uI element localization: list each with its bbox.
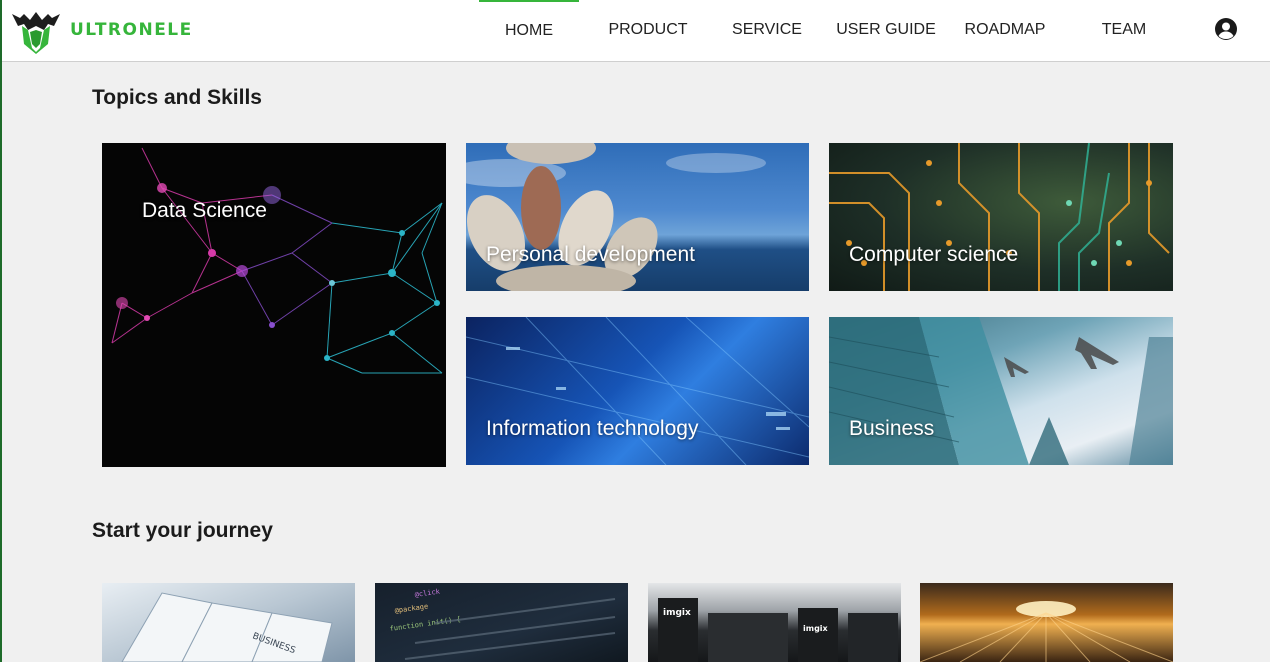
topic-tile-data-science[interactable]: Data Science bbox=[102, 143, 446, 467]
nav-user-guide[interactable]: USER GUIDE bbox=[836, 0, 936, 60]
nav-home[interactable]: HOME bbox=[479, 0, 579, 60]
code-text: function init() { bbox=[389, 615, 461, 633]
nav-roadmap[interactable]: ROADMAP bbox=[955, 0, 1055, 60]
circuit-traces bbox=[829, 143, 1170, 291]
code-lines-illustration: @click @package function init() { bbox=[389, 587, 616, 660]
eagle-logo-icon[interactable] bbox=[10, 8, 62, 54]
topic-label-data-science: Data Science bbox=[142, 199, 267, 222]
topic-label-computer-science: Computer science bbox=[849, 243, 1019, 266]
account-circle-icon[interactable] bbox=[1214, 17, 1238, 41]
journey-card-newspapers[interactable]: BUSINESS bbox=[102, 583, 355, 662]
svg-text:imgix: imgix bbox=[803, 624, 829, 633]
svg-text:@package: @package bbox=[394, 602, 429, 615]
topics-section-title: Topics and Skills bbox=[92, 86, 262, 109]
topic-label-information-technology: Information technology bbox=[486, 417, 699, 440]
newspapers-illustration: BUSINESS bbox=[121, 592, 333, 662]
server-logo-text: imgix bbox=[663, 608, 691, 618]
nav-team[interactable]: TEAM bbox=[1074, 0, 1174, 60]
stones-illustration bbox=[466, 143, 766, 291]
light-tunnel-illustration bbox=[920, 601, 1173, 662]
journey-card-data-tunnel[interactable] bbox=[920, 583, 1173, 662]
topic-label-business: Business bbox=[849, 417, 935, 440]
nav-service[interactable]: SERVICE bbox=[717, 0, 817, 60]
server-racks-illustration: imgix imgix bbox=[658, 598, 898, 662]
topic-tile-information-technology[interactable]: Information technology bbox=[466, 317, 809, 465]
journey-card-servers[interactable]: imgix imgix bbox=[648, 583, 901, 662]
topic-tile-computer-science[interactable]: Computer science bbox=[829, 143, 1173, 291]
topic-label-personal-development: Personal development bbox=[486, 243, 695, 266]
svg-text:@click: @click bbox=[414, 587, 441, 599]
topic-tile-business[interactable]: Business bbox=[829, 317, 1173, 465]
tech-grid-lines bbox=[466, 317, 809, 465]
journey-card-code[interactable]: @click @package function init() { bbox=[375, 583, 628, 662]
nav-product[interactable]: PRODUCT bbox=[598, 0, 698, 60]
top-nav-bar: ULTRONELE HOME PRODUCT SERVICE USER GUID… bbox=[2, 0, 1270, 62]
topic-tile-personal-development[interactable]: Personal development bbox=[466, 143, 809, 291]
journey-section-title: Start your journey bbox=[92, 519, 273, 542]
brand-name[interactable]: ULTRONELE bbox=[70, 20, 193, 40]
skyscrapers-illustration bbox=[829, 317, 1173, 465]
network-graph-image bbox=[111, 147, 443, 374]
